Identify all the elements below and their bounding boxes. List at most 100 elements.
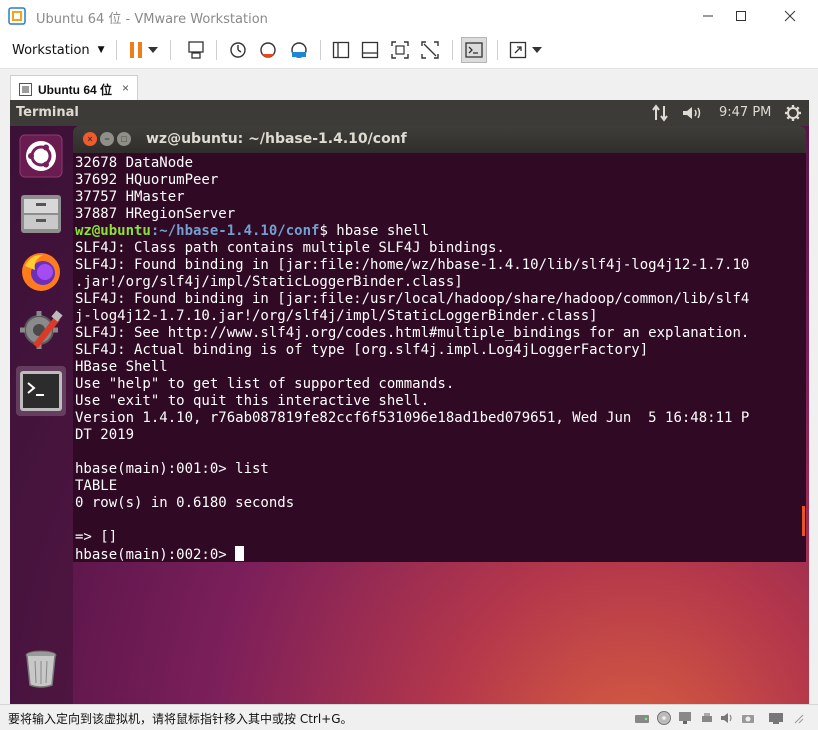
terminal-line: SLF4J: Found binding in [jar:file:/home/…: [75, 257, 750, 273]
window-right-edge: [809, 100, 818, 704]
manage-snapshots-icon: [291, 42, 307, 58]
pause-button[interactable]: [124, 38, 148, 62]
terminal-line: DT 2019: [75, 427, 135, 443]
hard-disk-icon: [635, 715, 649, 723]
terminal-window[interactable]: × − □ wz@ubuntu: ~/hbase-1.4.10/conf 326…: [73, 126, 806, 562]
terminal-minimize-button[interactable]: −: [100, 132, 114, 146]
camera-icon: [742, 715, 754, 723]
ubuntu-top-panel: Terminal 9:47 PM: [10, 100, 809, 126]
launcher-files[interactable]: [16, 189, 66, 239]
send-ctrl-alt-del-icon: [188, 41, 204, 59]
toolbar-divider: [170, 40, 171, 60]
pause-dropdown[interactable]: [146, 38, 160, 62]
volume-indicator[interactable]: [681, 104, 703, 122]
terminal-line: Use "exit" to quit this interactive shel…: [75, 393, 430, 409]
terminal-prompt-line: wz@ubuntu:~/hbase-1.4.10/conf$ hbase she…: [75, 223, 802, 240]
sound-card-status[interactable]: [719, 710, 735, 726]
usb-status[interactable]: [699, 710, 715, 726]
terminal-line: SLF4J: Class path contains multiple SLF4…: [75, 240, 505, 256]
terminal-line: hbase(main):001:0> list: [75, 461, 269, 477]
volume-icon: [683, 107, 701, 119]
unity-icon: [421, 41, 439, 59]
snapshot-button[interactable]: [226, 38, 250, 62]
terminal-output[interactable]: 32678 DataNode 37692 HQuorumPeer 37757 HMa…: [75, 155, 802, 562]
resize-grip[interactable]: [790, 710, 806, 726]
window-left-edge: [0, 100, 10, 704]
active-app-name: Terminal: [16, 105, 79, 120]
terminal-close-button[interactable]: ×: [83, 132, 97, 146]
window-titlebar: Ubuntu 64 位 - VMware Workstation: [0, 0, 818, 32]
launcher-firefox[interactable]: [16, 247, 66, 297]
manage-snapshots-button[interactable]: [287, 38, 311, 62]
stretch-dropdown[interactable]: [530, 38, 544, 62]
system-menu-indicator[interactable]: [784, 104, 802, 122]
close-icon: ×: [87, 133, 93, 144]
vm-icon: [19, 82, 32, 96]
ubuntu-launcher: [10, 126, 73, 704]
network-indicator[interactable]: [651, 104, 669, 122]
vmware-statusbar: 要将输入定向到该虚拟机，请将鼠标指针移入其中或按 Ctrl+G。: [0, 704, 818, 730]
settings-icon: [20, 310, 63, 349]
cd-dvd-status[interactable]: [656, 710, 672, 726]
chevron-down-icon: [532, 47, 542, 53]
full-screen-icon: [391, 41, 409, 59]
revert-snapshot-button[interactable]: [256, 38, 280, 62]
terminal-line: 0 row(s) in 0.6180 seconds: [75, 495, 295, 511]
terminal-view-button[interactable]: [461, 37, 487, 63]
toolbar-divider: [216, 40, 217, 60]
terminal-scrollbar[interactable]: [802, 506, 805, 536]
trash-icon: [25, 650, 57, 688]
workstation-menu[interactable]: Workstation ▼: [12, 39, 105, 61]
network-adapter-status[interactable]: [677, 710, 693, 726]
terminal-line: HBase Shell: [75, 359, 168, 375]
maximize-button[interactable]: [719, 0, 763, 32]
terminal-view-icon: [465, 42, 483, 58]
terminal-line: 37757 HMaster: [75, 189, 185, 205]
terminal-line: Version 1.4.10, r76ab087819fe82ccf6f5310…: [75, 410, 750, 426]
launcher-ubuntu-dash[interactable]: [16, 131, 66, 181]
chevron-down-icon: ▼: [97, 45, 105, 55]
clock[interactable]: 9:47 PM: [719, 105, 771, 120]
chevron-down-icon: [148, 47, 158, 53]
tab-label: Ubuntu 64 位: [38, 82, 112, 97]
minimize-icon: [703, 15, 713, 17]
workstation-menu-label: Workstation: [12, 42, 90, 58]
close-button[interactable]: [768, 0, 812, 32]
vm-screen[interactable]: Terminal 9:47 PM × − □ wz@ubuntu: ~/hbas…: [10, 100, 809, 704]
terminal-line: SLF4J: Actual binding is of type [org.sl…: [75, 342, 649, 358]
ubuntu-icon: [19, 134, 63, 178]
stretch-button[interactable]: [506, 38, 530, 62]
terminal-current-prompt[interactable]: hbase(main):002:0>: [75, 546, 802, 562]
usb-icon: [702, 713, 712, 722]
terminal-line: Use "help" to get list of supported comm…: [75, 376, 455, 392]
full-screen-button[interactable]: [388, 38, 412, 62]
toolbar-divider: [116, 40, 117, 60]
snapshot-icon: [230, 42, 246, 58]
vmware-app-icon: [8, 7, 26, 25]
launcher-terminal[interactable]: [16, 366, 66, 416]
console-view-button[interactable]: [358, 38, 382, 62]
tab-ubuntu-64[interactable]: Ubuntu 64 位 ×: [10, 75, 138, 102]
library-button[interactable]: [329, 38, 353, 62]
terminal-line: j-log4j12-1.7.10.jar!/org/slf4j/impl/Sta…: [75, 308, 598, 324]
terminal-titlebar: × − □ wz@ubuntu: ~/hbase-1.4.10/conf: [73, 126, 806, 153]
terminal-line: 32678 DataNode: [75, 155, 194, 171]
hard-disk-status[interactable]: [634, 710, 650, 726]
library-icon: [332, 41, 350, 59]
terminal-maximize-button[interactable]: □: [117, 132, 131, 146]
send-ctrl-alt-del-button[interactable]: [184, 38, 208, 62]
prompt-path: :~/hbase-1.4.10/conf: [150, 223, 320, 239]
launcher-trash[interactable]: [16, 642, 66, 692]
text-cursor: [235, 546, 245, 561]
files-icon: [21, 195, 61, 233]
prompt-command: $ hbase shell: [319, 223, 430, 239]
terminal-icon: [20, 371, 62, 411]
launcher-system-settings[interactable]: [16, 305, 66, 355]
unity-button[interactable]: [418, 38, 442, 62]
tab-close-button[interactable]: ×: [122, 81, 129, 95]
printer-status[interactable]: [740, 710, 756, 726]
display-status[interactable]: [768, 710, 784, 726]
speaker-icon: [721, 713, 732, 723]
